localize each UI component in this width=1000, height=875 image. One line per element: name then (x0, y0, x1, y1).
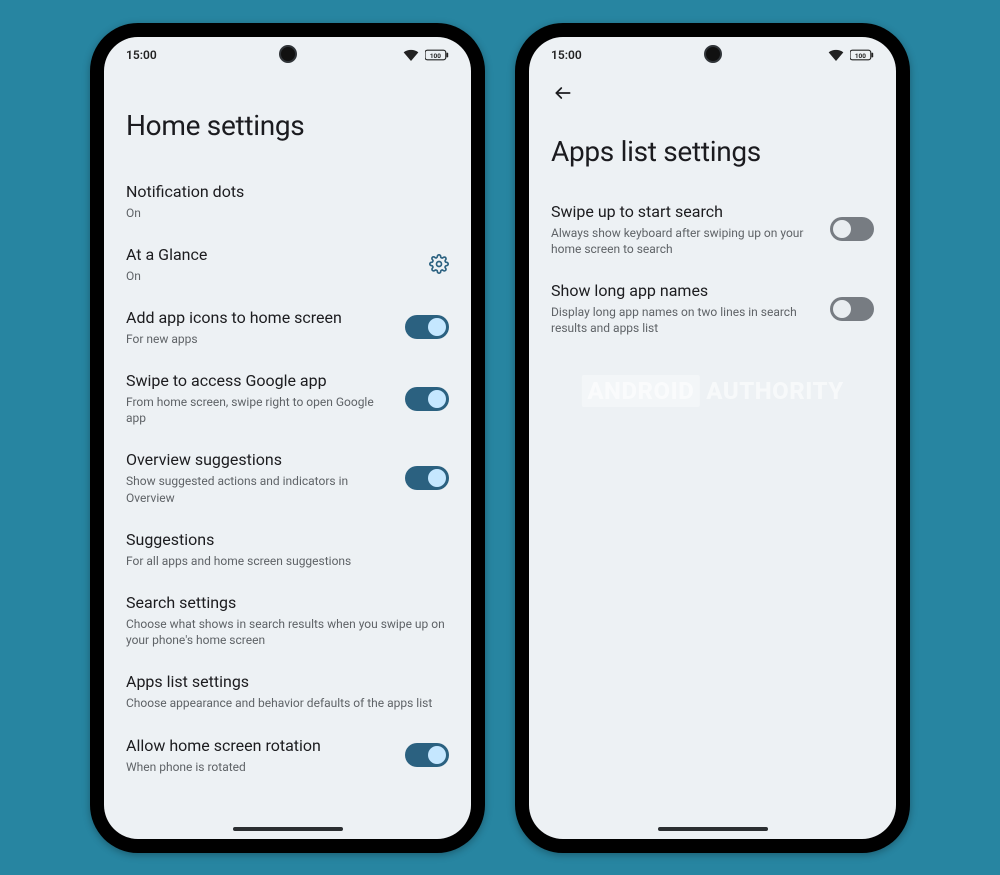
status-time: 15:00 (551, 48, 582, 62)
setting-title: Search settings (126, 593, 449, 613)
setting-title: Apps list settings (126, 672, 449, 692)
settings-content: Home settings Notification dots On At a … (104, 73, 471, 787)
arrow-left-icon (553, 83, 573, 103)
toggle-swipe-up-search[interactable] (830, 217, 874, 241)
setting-title: Add app icons to home screen (126, 308, 395, 328)
setting-suggestions[interactable]: Suggestions For all apps and home screen… (126, 518, 449, 581)
setting-subtitle: On (126, 268, 403, 284)
setting-title: Show long app names (551, 281, 820, 301)
svg-text:100: 100 (855, 51, 866, 59)
camera-cutout (704, 45, 722, 63)
setting-title: Swipe to access Google app (126, 371, 395, 391)
setting-notification-dots[interactable]: Notification dots On (126, 170, 449, 233)
page-title: Apps list settings (551, 113, 874, 190)
setting-at-a-glance[interactable]: At a Glance On (126, 233, 449, 296)
phone-left: 15:00 100 Home settings Notification dot… (90, 23, 485, 853)
setting-subtitle: Choose appearance and behavior defaults … (126, 695, 449, 711)
setting-apps-list-settings[interactable]: Apps list settings Choose appearance and… (126, 660, 449, 723)
camera-cutout (279, 45, 297, 63)
setting-subtitle: Always show keyboard after swiping up on… (551, 225, 820, 257)
setting-title: Swipe up to start search (551, 202, 820, 222)
setting-subtitle: On (126, 205, 449, 221)
phone-right: 15:00 100 Apps list settings Swipe up to… (515, 23, 910, 853)
toggle-add-app-icons[interactable] (405, 315, 449, 339)
setting-subtitle: Show suggested actions and indicators in… (126, 473, 395, 505)
toggle-show-long-app-names[interactable] (830, 297, 874, 321)
setting-show-long-app-names[interactable]: Show long app names Display long app nam… (551, 269, 874, 348)
gesture-bar[interactable] (233, 827, 343, 831)
setting-subtitle: From home screen, swipe right to open Go… (126, 394, 395, 426)
back-button[interactable] (551, 81, 575, 105)
setting-swipe-google[interactable]: Swipe to access Google app From home scr… (126, 359, 449, 438)
gear-icon (429, 254, 449, 274)
status-time: 15:00 (126, 48, 157, 62)
setting-swipe-up-search[interactable]: Swipe up to start search Always show key… (551, 190, 874, 269)
screen-left: 15:00 100 Home settings Notification dot… (104, 37, 471, 839)
setting-subtitle: Display long app names on two lines in s… (551, 304, 820, 336)
svg-text:100: 100 (430, 51, 441, 59)
setting-title: Suggestions (126, 530, 449, 550)
setting-subtitle: For all apps and home screen suggestions (126, 553, 449, 569)
setting-subtitle: When phone is rotated (126, 759, 395, 775)
watermark: ANDROIDAUTHORITY (581, 377, 843, 405)
watermark-part1: ANDROID (581, 375, 700, 407)
wifi-icon (403, 49, 419, 61)
screen-right: 15:00 100 Apps list settings Swipe up to… (529, 37, 896, 839)
setting-overview-suggestions[interactable]: Overview suggestions Show suggested acti… (126, 438, 449, 517)
gesture-bar[interactable] (658, 827, 768, 831)
setting-title: Allow home screen rotation (126, 736, 395, 756)
toggle-allow-rotation[interactable] (405, 743, 449, 767)
setting-allow-rotation[interactable]: Allow home screen rotation When phone is… (126, 724, 449, 787)
setting-title: Notification dots (126, 182, 449, 202)
toggle-overview-suggestions[interactable] (405, 466, 449, 490)
setting-subtitle: For new apps (126, 331, 395, 347)
wifi-icon (828, 49, 844, 61)
battery-icon: 100 (425, 49, 449, 61)
gear-button[interactable] (413, 254, 449, 274)
setting-subtitle: Choose what shows in search results when… (126, 616, 449, 648)
setting-title: Overview suggestions (126, 450, 395, 470)
toggle-swipe-google[interactable] (405, 387, 449, 411)
battery-icon: 100 (850, 49, 874, 61)
settings-content: Apps list settings Swipe up to start sea… (529, 113, 896, 349)
watermark-part2: AUTHORITY (706, 377, 843, 405)
setting-search-settings[interactable]: Search settings Choose what shows in sea… (126, 581, 449, 660)
setting-title: At a Glance (126, 245, 403, 265)
page-title: Home settings (126, 73, 449, 170)
setting-add-app-icons[interactable]: Add app icons to home screen For new app… (126, 296, 449, 359)
